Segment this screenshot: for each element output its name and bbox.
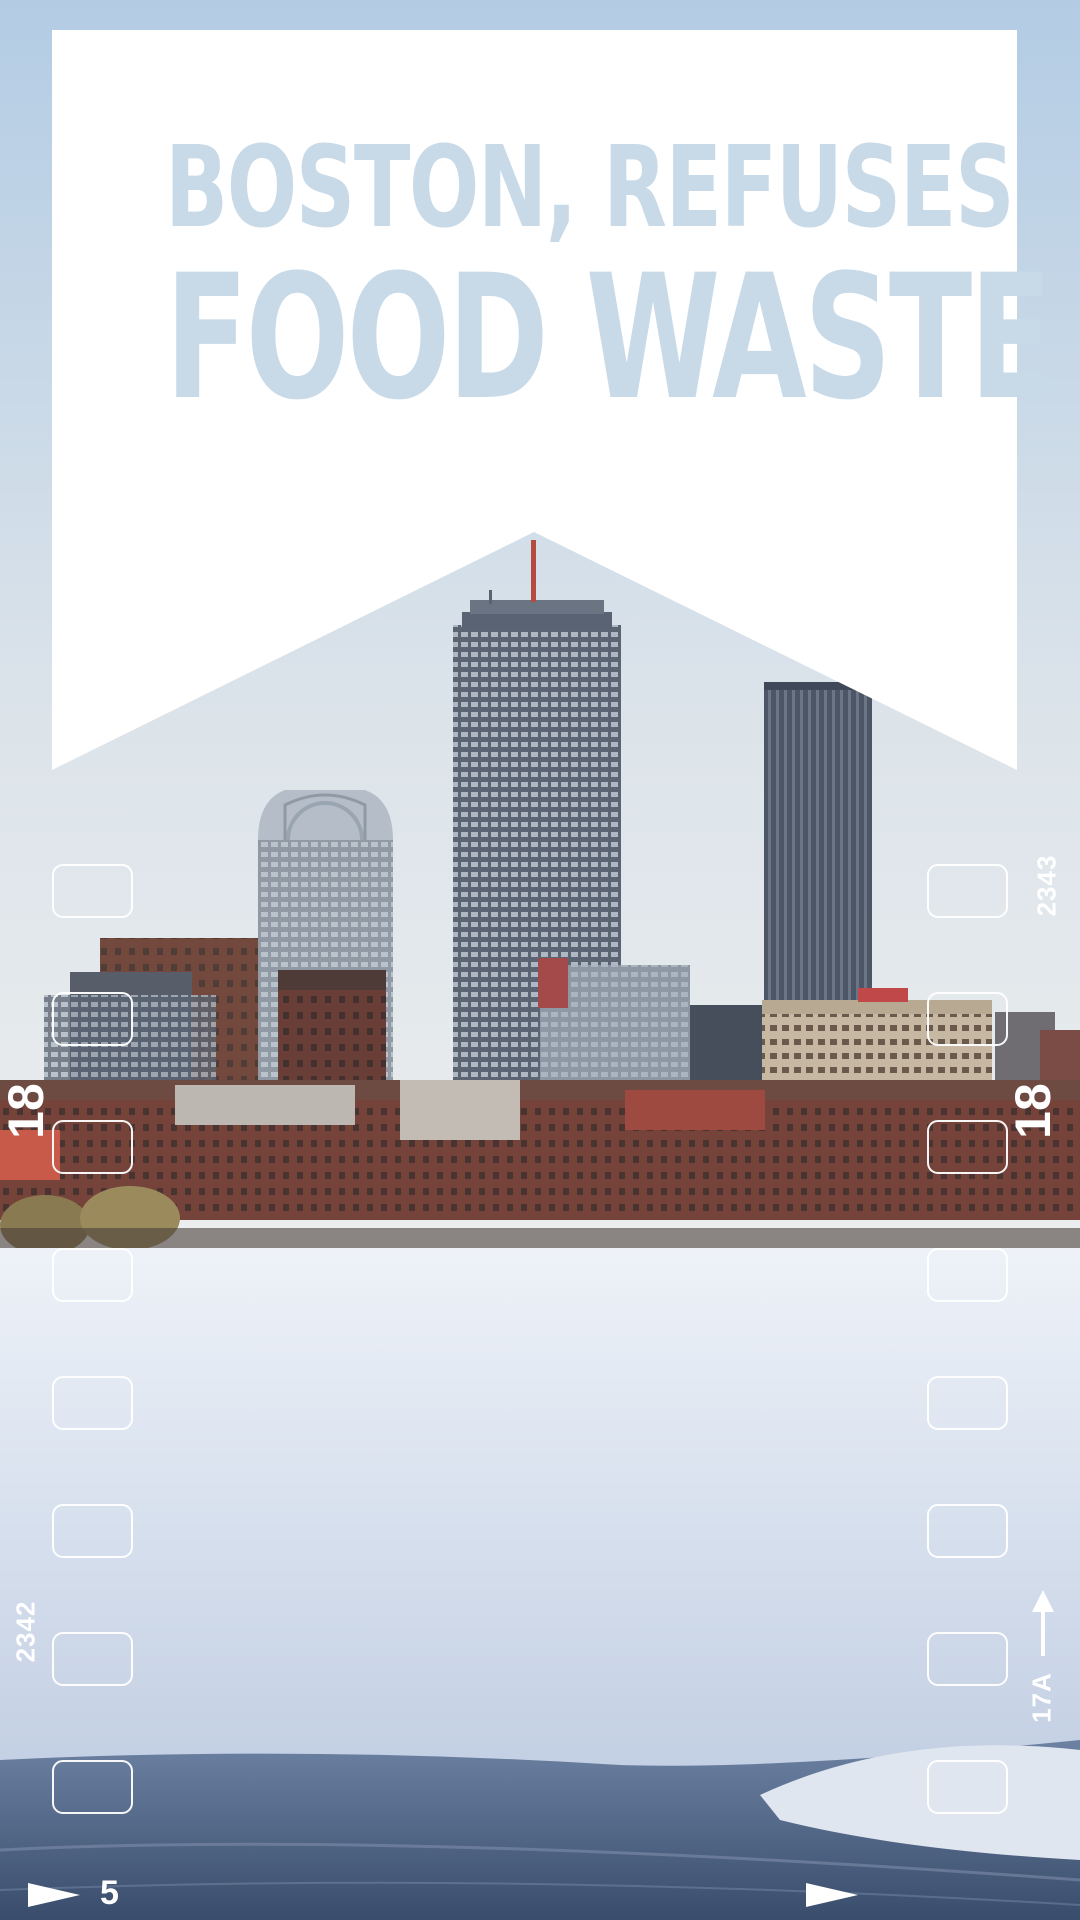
sprocket-hole-left [52,864,133,918]
sprocket-hole-left [52,992,133,1046]
poster: BOSTON, REFUSES FOOD WASTE 18 2342 18 23… [0,0,1080,1920]
sprocket-hole-right [927,1120,1008,1174]
headline-line-2: FOOD WASTE [165,237,1053,438]
sprocket-hole-left [52,1120,133,1174]
sprocket-hole-left [52,1376,133,1430]
sprocket-hole-right [927,1376,1008,1430]
sprocket-hole-left [52,1632,133,1686]
film-edge-number-left: 18 [0,1083,54,1139]
arrow-up-icon [1032,1590,1054,1656]
film-edge-number-bottom: 5 [100,1874,119,1912]
film-edge-code-left: 2342 [10,1600,41,1663]
film-edge-frame-right: 17A [1026,1672,1057,1723]
headline-line-1: BOSTON, REFUSES [165,123,1015,253]
sprocket-hole-left [52,1504,133,1558]
sprocket-hole-right [927,1760,1008,1814]
film-edge-code-right: 2343 [1031,854,1062,917]
sprocket-hole-right [927,1504,1008,1558]
sprocket-hole-right [927,864,1008,918]
sprocket-hole-left [52,1248,133,1302]
film-edge-number-right: 18 [1005,1083,1061,1139]
sprocket-hole-right [927,1632,1008,1686]
sprocket-hole-right [927,992,1008,1046]
headline: BOSTON, REFUSES FOOD WASTE [165,123,1053,438]
triangle-marker-icon [28,1883,80,1907]
sprocket-hole-left [52,1760,133,1814]
sprocket-hole-right [927,1248,1008,1302]
triangle-marker-icon [806,1883,858,1907]
